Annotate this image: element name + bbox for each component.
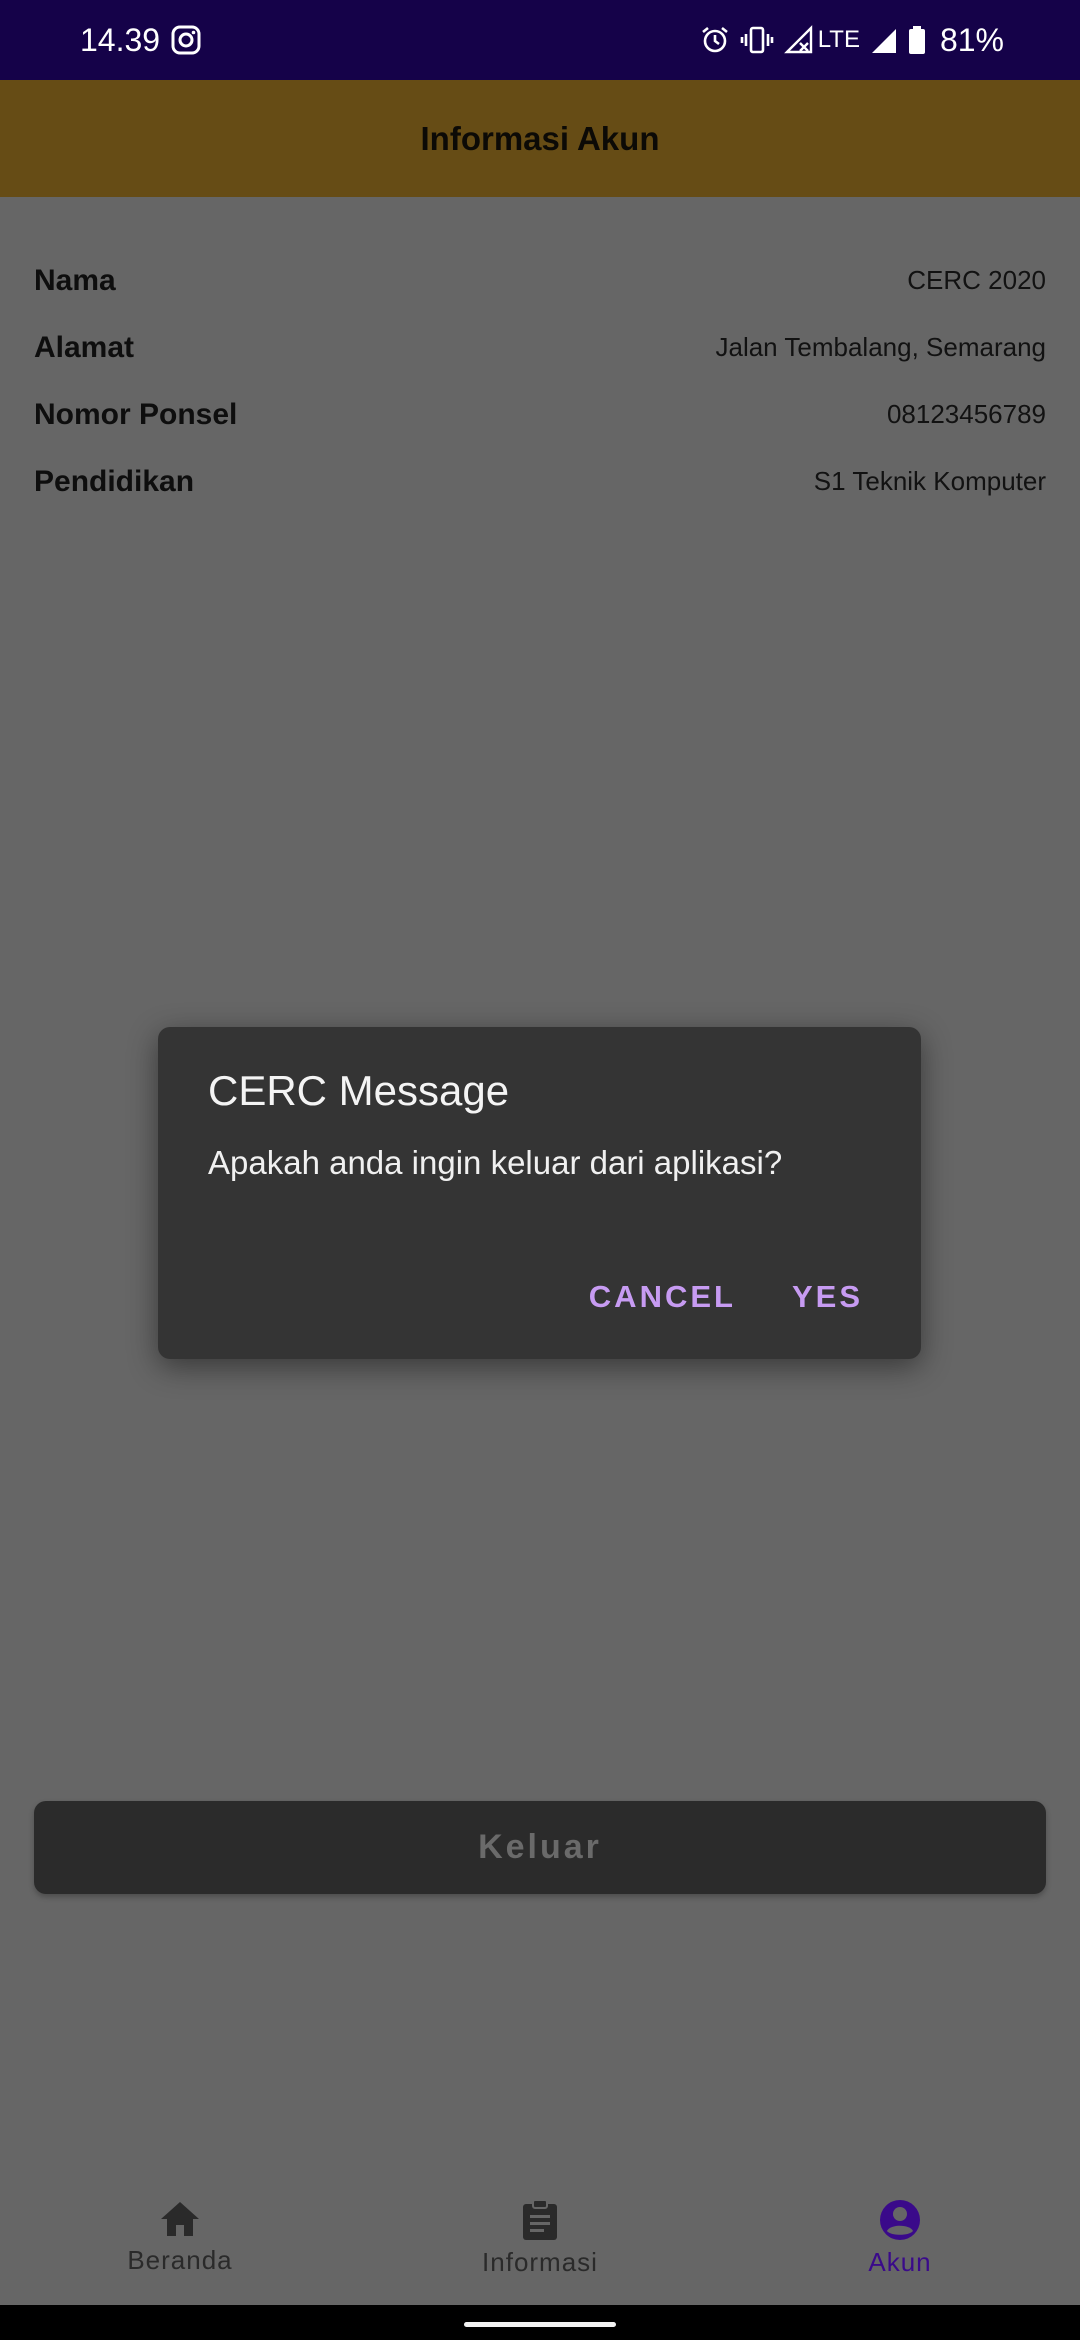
- bottom-navigation: Beranda Informasi Akun: [0, 2165, 1080, 2305]
- info-row-nama: Nama CERC 2020: [34, 247, 1046, 314]
- app-bar: Informasi Akun: [0, 80, 1080, 197]
- signal-icon: [870, 25, 898, 55]
- nav-label: Informasi: [482, 2247, 598, 2277]
- info-value: Jalan Tembalang, Semarang: [715, 332, 1046, 362]
- home-icon: [158, 2199, 202, 2239]
- nav-label: Akun: [868, 2247, 932, 2277]
- account-circle-icon: [878, 2199, 922, 2241]
- info-value: S1 Teknik Komputer: [813, 466, 1046, 496]
- battery-percent: 81%: [939, 22, 1004, 58]
- info-value: CERC 2020: [907, 265, 1046, 295]
- yes-button[interactable]: YES: [792, 1279, 863, 1315]
- nav-item-akun[interactable]: Akun: [720, 2165, 1080, 2305]
- nav-item-informasi[interactable]: Informasi: [360, 2165, 720, 2305]
- page-title: Informasi Akun: [420, 119, 660, 157]
- confirm-exit-dialog: CERC Message Apakah anda ingin keluar da…: [158, 1027, 921, 1359]
- gesture-handle[interactable]: [464, 2322, 616, 2327]
- info-row-pendidikan: Pendidikan S1 Teknik Komputer: [34, 448, 1046, 515]
- battery-icon: [908, 25, 926, 55]
- vibrate-icon: [740, 25, 774, 55]
- info-row-alamat: Alamat Jalan Tembalang, Semarang: [34, 314, 1046, 381]
- info-label: Nama: [34, 263, 116, 297]
- status-time: 14.39: [80, 22, 161, 58]
- status-bar: 14.39 LTE 81%: [0, 0, 1080, 80]
- dialog-title: CERC Message: [208, 1067, 510, 1114]
- nav-item-beranda[interactable]: Beranda: [0, 2165, 360, 2305]
- info-row-nomor-ponsel: Nomor Ponsel 08123456789: [34, 381, 1046, 448]
- instagram-icon: [170, 24, 202, 56]
- dialog-message: Apakah anda ingin keluar dari aplikasi?: [208, 1144, 783, 1181]
- logout-button-label: Keluar: [478, 1828, 602, 1866]
- account-info-list: Nama CERC 2020 Alamat Jalan Tembalang, S…: [34, 247, 1046, 515]
- status-icons: LTE 81%: [700, 20, 1004, 60]
- info-value: 08123456789: [886, 399, 1046, 429]
- signal-no-service-icon: [783, 25, 814, 55]
- info-label: Pendidikan: [34, 464, 195, 498]
- network-type: LTE: [817, 26, 860, 53]
- screen: 14.39 LTE 81% Informasi Akun Nama CERC 2…: [0, 0, 1080, 2340]
- nav-label: Beranda: [127, 2245, 233, 2275]
- info-label: Nomor Ponsel: [34, 397, 238, 431]
- alarm-icon: [700, 25, 730, 55]
- cancel-button[interactable]: CANCEL: [589, 1279, 736, 1315]
- dialog-actions: CANCEL YES: [589, 1279, 863, 1315]
- gesture-navigation-area: [0, 2305, 1080, 2340]
- clipboard-icon: [520, 2199, 560, 2241]
- info-label: Alamat: [34, 330, 135, 364]
- logout-button[interactable]: Keluar: [34, 1801, 1046, 1894]
